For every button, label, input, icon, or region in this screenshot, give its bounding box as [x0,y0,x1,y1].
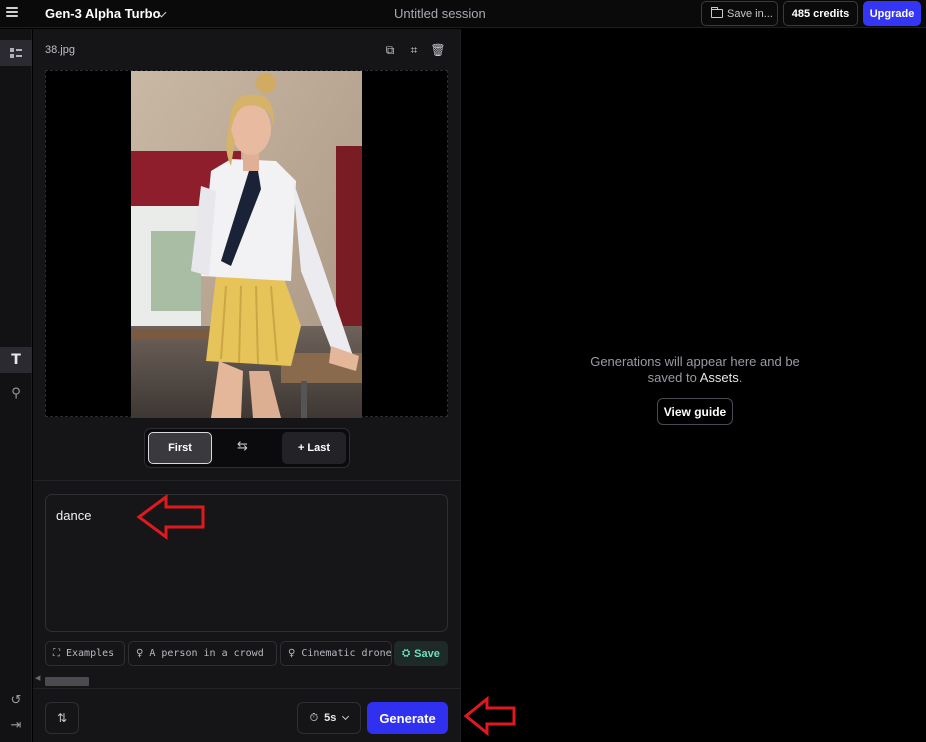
horizontal-scrollbar[interactable]: ◀ [35,674,459,686]
rail-assets-button[interactable] [0,40,32,66]
save-prompt-button[interactable]: ⛭ Save [394,641,448,666]
chip-label: Examples [66,648,115,659]
rail-undo-button[interactable]: ↺ [0,687,32,713]
rail-collapse-button[interactable]: ⇥ [0,712,32,738]
grid-list-icon [10,48,22,58]
examples-icon: ⛶ [53,648,60,659]
collapse-icon: ⇥ [10,717,22,733]
prompt-input[interactable]: dance [45,494,448,632]
rail-magic-button[interactable]: ⚲ [0,380,32,406]
scroll-left-icon[interactable]: ◀ [35,674,40,682]
image-preview[interactable] [45,70,448,418]
prompt-text[interactable]: dance [56,508,91,523]
first-frame-label: First [168,442,192,454]
session-title[interactable]: Untitled session [394,6,486,21]
empty-line-1: Generations will appear here and be [590,354,800,369]
text-icon: T [11,352,21,368]
duration-select[interactable]: ⏱ 5s [297,702,361,734]
wand-icon: ⚲ [11,385,21,401]
lightbulb-icon: ♀ [288,648,296,659]
examples-chip[interactable]: ⛶ Examples [45,641,125,666]
annotation-arrow-prompt [136,494,205,540]
image-filename: 38.jpg [45,44,75,56]
first-last-toggle: First ⇆ + Last [144,428,350,468]
credits-badge[interactable]: 485 credits [783,1,858,26]
first-frame-button[interactable]: First [148,432,212,464]
save-in-button[interactable]: Save in... [701,1,778,26]
save-prompt-label: Save [414,647,440,660]
view-guide-button[interactable]: View guide [657,398,733,425]
sliders-icon: ⇅ [56,711,68,725]
rail-text-button[interactable]: T [0,347,32,373]
duration-value: 5s [324,712,337,724]
undo-icon: ↺ [10,692,22,708]
crop-icon[interactable]: ⌗ [407,43,421,57]
chevron-down-icon [342,712,350,721]
model-selector[interactable]: Gen-3 Alpha Turbo [45,6,161,21]
timer-icon: ⏱ [309,711,319,724]
suggestion-chip[interactable]: ♀ Cinematic drone [280,641,392,666]
chip-label: A person in a crowd [149,648,264,659]
divider [33,688,461,689]
empty-state-message: Generations will appear here and be save… [571,354,819,386]
input-panel: 38.jpg ⧉ ⌗ 🗑 First ⇆ + Last dance ⛶ Exam… [33,29,461,742]
prompt-suggestions: ⛶ Examples ♀ A person in a crowd ♀ Cinem… [45,641,448,667]
chip-label: Cinematic drone [301,648,392,659]
save-in-label: Save in... [727,7,773,20]
upgrade-button[interactable]: Upgrade [863,1,921,26]
folder-icon [711,7,723,18]
scrollbar-thumb[interactable] [45,677,89,686]
save-icon: ⛭ [402,648,411,659]
lightbulb-icon: ♀ [136,648,144,659]
generate-button[interactable]: Generate [367,702,448,734]
divider [33,480,461,481]
top-bar: Gen-3 Alpha Turbo Untitled session Save … [0,0,926,28]
trash-icon[interactable]: 🗑 [430,43,445,57]
swap-icon[interactable]: ⇆ [237,439,248,454]
uploaded-photo [131,71,362,418]
annotation-arrow-generate [463,696,516,736]
menu-icon[interactable] [6,7,18,17]
duplicate-icon[interactable]: ⧉ [383,43,397,57]
suggestion-chip[interactable]: ♀ A person in a crowd [128,641,277,666]
empty-line-2: saved to Assets. [647,370,743,385]
settings-button[interactable]: ⇅ [45,702,79,734]
assets-link[interactable]: Assets [700,370,739,385]
last-frame-button[interactable]: + Last [282,432,346,464]
left-rail: T ⚲ ↺ ⇥ [0,29,32,742]
